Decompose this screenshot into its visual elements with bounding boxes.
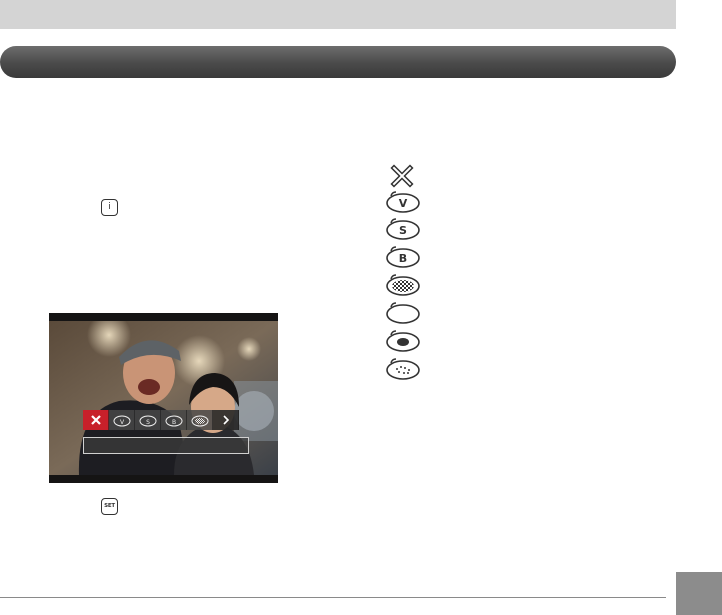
off-icon [382,164,422,188]
vivid-icon: V [113,415,130,427]
checker-icon [191,415,208,427]
effect-option-off[interactable] [83,410,109,430]
effect-option-checker[interactable] [187,410,213,430]
vivid-icon: V [382,190,422,214]
stylish-icon: S [139,415,156,427]
svg-text:S: S [399,224,407,237]
page-number-tab [676,572,722,615]
dotted-icon [382,357,422,381]
svg-text:B: B [399,252,407,265]
effect-option-vivid[interactable]: V [109,410,135,430]
bold-icon: B [165,415,182,427]
svg-text:B: B [171,419,175,426]
camera-lcd-screen: V S B [49,313,278,483]
spot-icon [382,329,422,353]
info-button-icon: i [101,199,118,216]
section-title-bar [0,46,676,78]
checker-icon [382,273,422,297]
set-button-icon: SET [101,498,118,515]
off-icon [90,415,101,425]
chevron-right-icon [222,415,229,425]
svg-text:V: V [399,197,408,210]
header-bar [0,0,676,29]
svg-text:V: V [119,419,124,426]
next-effects-button[interactable] [213,410,239,430]
plain-swirl-icon [382,301,422,325]
effect-option-stylish[interactable]: S [135,410,161,430]
effect-option-bold[interactable]: B [161,410,187,430]
effect-name-box [83,437,249,454]
bold-icon: B [382,245,422,269]
footer-rule [0,597,666,598]
svg-text:S: S [146,419,150,426]
effect-selector-strip: V S B [83,410,239,430]
stylish-icon: S [382,217,422,241]
